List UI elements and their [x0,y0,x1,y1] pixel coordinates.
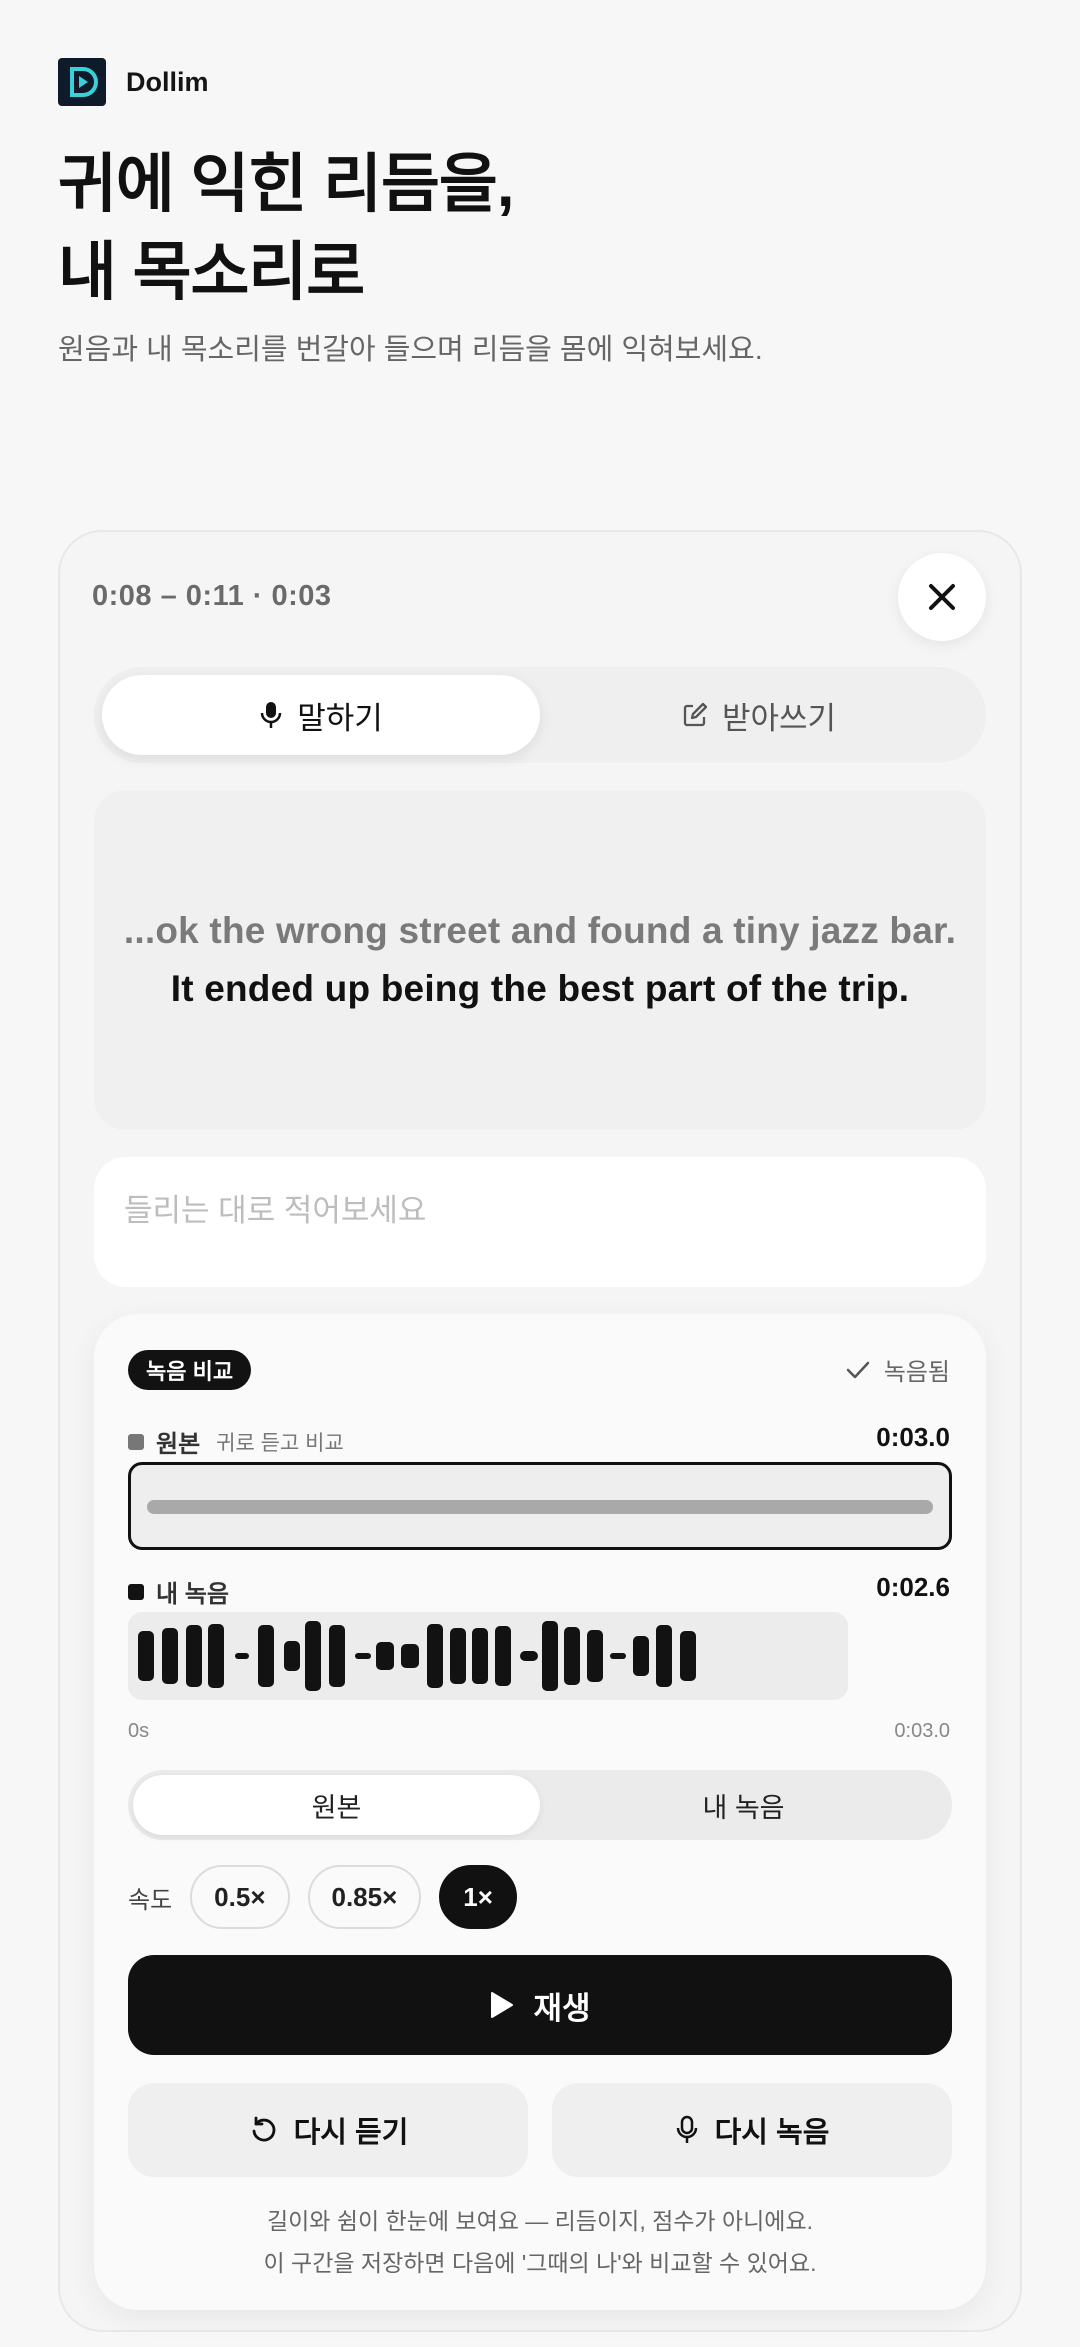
my-waveform-bar [656,1625,672,1687]
my-waveform-bar [355,1653,371,1659]
my-waveform-bar [235,1653,249,1659]
my-waveform-bar [305,1621,321,1691]
dictation-input[interactable]: 들리는 대로 적어보세요 [94,1157,986,1287]
my-waveform-bar [450,1628,466,1684]
relisten-button[interactable]: 다시 듣기 [128,2083,528,2177]
my-waveform-bar [472,1628,488,1684]
my-waveform-bar [376,1642,394,1670]
play-label: 재생 [533,1990,591,2026]
close-button[interactable] [898,553,986,641]
mic-icon [676,2115,697,2143]
my-waveform-bar [427,1624,443,1688]
tab-speaking-label: 말하기 [297,700,383,736]
sentence-card: ...ok the wrong street and found a tiny … [94,790,986,1130]
previous-sentence: ...ok the wrong street and found a tiny … [123,910,957,951]
my-waveform-bar [208,1624,224,1688]
my-waveform-bar [258,1625,274,1687]
tab-dictation-label: 받아쓰기 [721,700,837,736]
my-waveform-bar [587,1630,603,1682]
my-waveform-bar [401,1644,419,1668]
recorded-status: 녹음됨 [846,1352,950,1387]
page-title-line-2: 내 목소리로 [58,236,365,308]
my-waveform-bar [633,1636,649,1676]
my-waveform-bar [564,1627,580,1685]
rerecord-label: 다시 녹음 [714,2117,830,2149]
original-track-hint: 귀로 듣고 비교 [216,1431,344,1455]
brand: Dollim [58,58,209,106]
segment-time-range: 0:08 – 0:11 · 0:03 [92,580,332,612]
my-track-label: 내 녹음 [128,1574,229,1609]
my-waveform-bar [495,1626,511,1686]
speed-0-85-chip[interactable]: 0.85× [307,1865,422,1929]
page-title: 귀에 익힌 리듬을, 내 목소리로 [58,140,1018,316]
my-waveform-bar [329,1625,345,1687]
my-legend-swatch [128,1583,144,1600]
tab-dictation[interactable]: 받아쓰기 [540,675,978,755]
mode-tabs: 말하기 받아쓰기 [94,667,986,763]
mic-icon [260,702,282,728]
my-waveform-bar [186,1625,202,1687]
play-icon [491,1992,514,2018]
page-subtitle: 원음과 내 목소리를 번갈아 들으며 리듬을 몸에 익혀보세요. [58,334,763,366]
my-waveform-bar [610,1653,626,1659]
original-track-name: 원본 [156,1431,201,1458]
original-track-label: 원본 귀로 듣고 비교 [128,1424,344,1459]
footnote-line-2: 이 구간을 저장하면 다음에 '그때의 나'와 비교할 수 있어요. [263,2250,817,2276]
compare-badge: 녹음 비교 [128,1350,252,1390]
speed-1-chip[interactable]: 1× [439,1865,517,1929]
rerecord-button[interactable]: 다시 녹음 [552,2083,952,2177]
play-button[interactable]: 재생 [128,1955,952,2055]
footnote-line-1: 길이와 쉼이 한눈에 보여요 — 리듬이지, 점수가 아니에요. [266,2208,814,2234]
my-waveform-bar [162,1628,178,1684]
axis-start: 0s [128,1720,150,1742]
page-title-line-1: 귀에 익힌 리듬을, [58,148,515,220]
original-waveform-line [147,1500,933,1514]
my-waveform-bar [542,1621,558,1691]
original-duration: 0:03.0 [876,1422,950,1452]
tab-speaking[interactable]: 말하기 [102,675,540,755]
toggle-my-recording[interactable]: 내 녹음 [540,1775,947,1835]
axis-end: 0:03.0 [894,1720,950,1742]
my-waveform-bar [138,1631,154,1681]
my-waveform[interactable] [128,1612,848,1700]
dollim-logo-icon [58,58,106,106]
my-track-name: 내 녹음 [156,1581,229,1608]
my-waveform-bar [284,1641,300,1671]
recorded-status-label: 녹음됨 [883,1359,950,1386]
edit-icon [683,702,708,727]
my-waveform-bar [520,1651,538,1661]
original-legend-swatch [128,1433,144,1450]
source-toggle: 원본 내 녹음 [128,1770,952,1840]
check-icon [846,1361,869,1378]
brand-name: Dollim [126,66,209,97]
speed-label: 속도 [128,1886,173,1914]
speed-0-5-chip[interactable]: 0.5× [190,1865,290,1929]
my-duration: 0:02.6 [876,1572,950,1602]
relisten-label: 다시 듣기 [293,2117,409,2149]
my-waveform-bar [680,1631,696,1681]
close-icon [929,584,955,610]
toggle-original[interactable]: 원본 [133,1775,540,1835]
speed-row: 속도 0.5× 0.85× 1× [128,1864,535,1930]
current-sentence: It ended up being the best part of the t… [170,968,910,1009]
replay-icon [252,2116,275,2142]
original-waveform[interactable] [128,1462,952,1550]
